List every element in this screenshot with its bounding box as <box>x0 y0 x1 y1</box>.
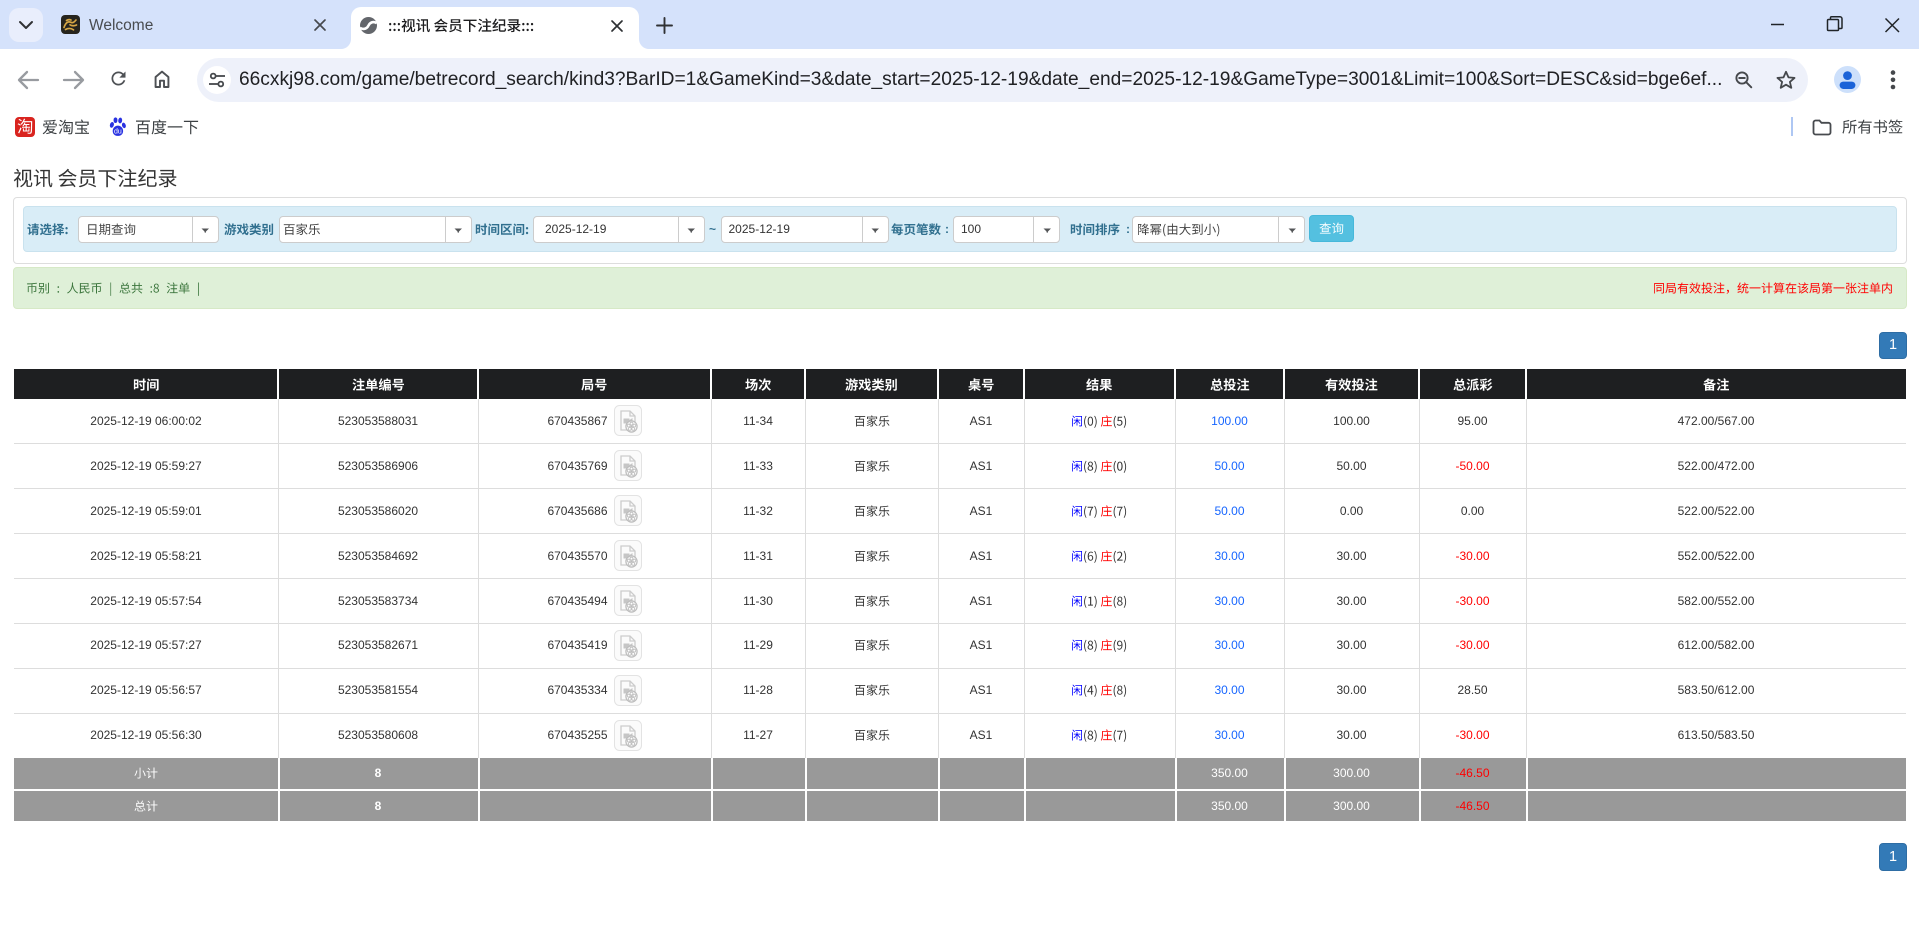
svg-text:du: du <box>114 128 122 135</box>
